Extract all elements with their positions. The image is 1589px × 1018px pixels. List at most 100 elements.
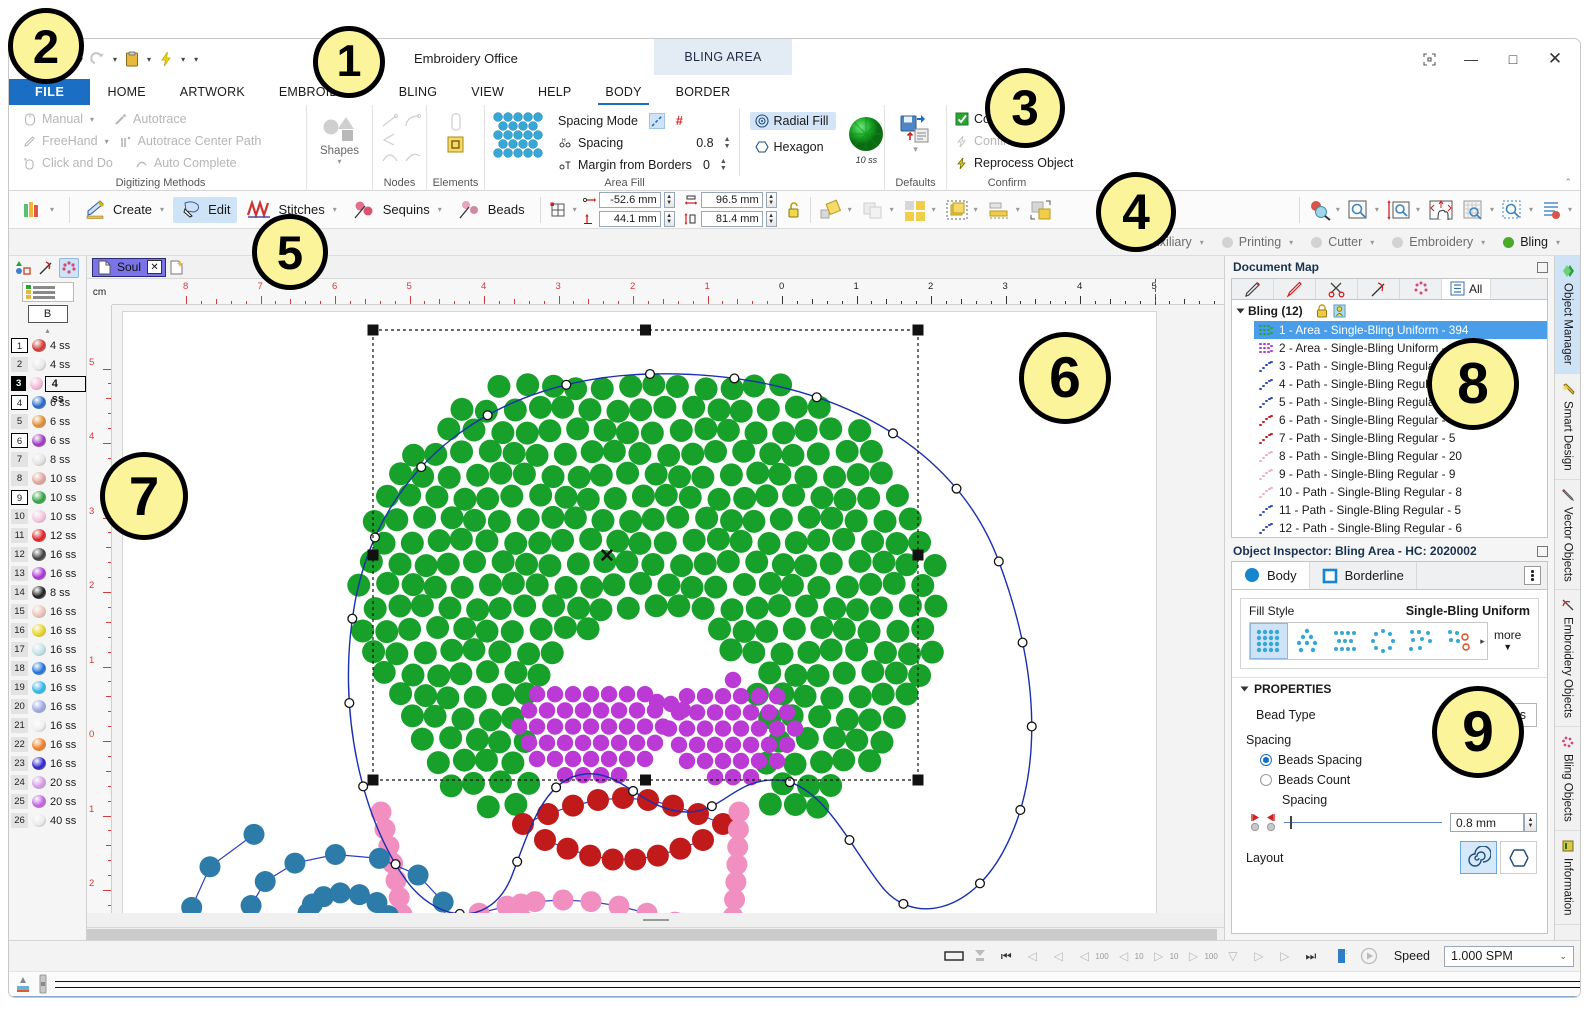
create-button[interactable]: Create ▾: [78, 197, 171, 223]
bead-list-item[interactable]: 7 8 ss: [9, 450, 86, 469]
bling-artwork[interactable]: ✕: [123, 312, 1158, 913]
fill-style-gallery[interactable]: ▸: [1249, 622, 1488, 660]
dm-tab-pencil[interactable]: [1232, 279, 1274, 299]
bead-list-item[interactable]: 14 8 ss: [9, 583, 86, 602]
document-tab-soul[interactable]: Soul ✕: [92, 257, 167, 277]
bead-list-item[interactable]: 6 6 ss: [9, 431, 86, 450]
pos-y-stepper[interactable]: ▲ ▼: [663, 211, 675, 227]
player-center-icon[interactable]: [969, 945, 991, 967]
bead-list-item[interactable]: 24 20 ss: [9, 773, 86, 792]
bead-list-item[interactable]: 20 16 ss: [9, 697, 86, 716]
ruler-unit-box[interactable]: cm: [87, 279, 112, 305]
defaults-dropdown-caret[interactable]: ▾: [913, 144, 918, 155]
bead-list-item[interactable]: 26 40 ss: [9, 811, 86, 830]
chevron-down-icon[interactable]: ▾: [90, 115, 94, 124]
sequence-handle-icon[interactable]: [37, 974, 49, 994]
fill-style-triangle-icon[interactable]: [1288, 623, 1326, 659]
library-dropdown-caret[interactable]: ▾: [50, 205, 54, 214]
zoom-in-dropdown-caret[interactable]: ▾: [1336, 205, 1340, 214]
spacing-mode-count-icon[interactable]: #: [676, 114, 683, 128]
mode-bling[interactable]: Bling ▾: [1495, 235, 1568, 249]
zoom-fit-icon[interactable]: [1347, 199, 1371, 221]
ribbon-tab-bling[interactable]: BLING: [382, 79, 455, 105]
chevron-down-icon-2[interactable]: ▾: [105, 137, 109, 146]
ribbon-tab-view[interactable]: VIEW: [454, 79, 521, 105]
tree-expand-icon[interactable]: [1236, 308, 1245, 314]
canvas-horizontal-scrollbar[interactable]: [87, 927, 1224, 940]
fill-style-uniform-icon[interactable]: [1250, 623, 1288, 659]
node-curve-icon[interactable]: [403, 112, 423, 130]
new-document-icon[interactable]: [170, 259, 185, 275]
fill-style-ring-icon[interactable]: [1364, 623, 1402, 659]
right-vertical-tab-strip[interactable]: Object Manager Smart Design Vector Objec…: [1554, 256, 1580, 940]
fill-style-rows-icon[interactable]: [1326, 623, 1364, 659]
mode-cutter[interactable]: Cutter ▾: [1303, 235, 1382, 249]
ribbon-collapse-caret[interactable]: ⌃: [1564, 177, 1572, 188]
properties-expand-icon[interactable]: [1240, 686, 1249, 692]
bead-list-item[interactable]: 21 16 ss: [9, 716, 86, 735]
document-map-item[interactable]: 10 - Path - Single-Bling Regular - 8: [1232, 483, 1547, 501]
close-icon[interactable]: ✕: [1534, 43, 1576, 75]
shapes-dropdown-caret[interactable]: ▾: [337, 157, 341, 166]
vertical-ruler[interactable]: 54321012: [87, 305, 112, 913]
bead-list-item[interactable]: 19 16 ss: [9, 678, 86, 697]
lightning-dropdown-caret[interactable]: ▾: [177, 55, 189, 64]
sequence-start-icon[interactable]: [15, 975, 31, 993]
padlock-icon[interactable]: [1316, 304, 1328, 318]
bling-palette-icon[interactable]: [59, 258, 79, 278]
document-map-item[interactable]: 1 - Area - Single-Bling Uniform - 394: [1254, 321, 1547, 339]
player-next-100-icon[interactable]: ▷: [1182, 945, 1204, 967]
document-map-tree-root[interactable]: Bling (12): [1232, 300, 1547, 321]
visibility-icon[interactable]: [1333, 304, 1346, 318]
bead-list-item[interactable]: 4 6 ss: [9, 393, 86, 412]
dm-tab-scissors[interactable]: [1316, 279, 1358, 299]
command-reprocess-object[interactable]: Reprocess Object: [954, 152, 1100, 174]
printing-caret-icon[interactable]: ▾: [1289, 238, 1293, 247]
layout-buttons[interactable]: [1460, 841, 1537, 874]
command-manual[interactable]: Manual ▾ Autotrace: [22, 108, 299, 130]
player-next-block-icon[interactable]: ▽: [1222, 945, 1244, 967]
bead-preview-icon[interactable]: [844, 114, 888, 158]
anchor-grid-icon[interactable]: [549, 201, 567, 219]
speed-select[interactable]: 1.000 SPM ⌄: [1444, 945, 1574, 967]
dm-tab-all[interactable]: All: [1442, 279, 1492, 299]
defaults-save-icon[interactable]: [899, 114, 933, 144]
pan-hand-icon[interactable]: [1427, 199, 1455, 221]
dm-tab-needle[interactable]: [1358, 279, 1400, 299]
cutter-caret-icon[interactable]: ▾: [1370, 238, 1374, 247]
shapes-palette-icon[interactable]: [13, 258, 33, 278]
zoom-list-icon[interactable]: [1540, 199, 1564, 221]
bead-list-item[interactable]: 8 10 ss: [9, 469, 86, 488]
bead-list-item[interactable]: 17 16 ss: [9, 640, 86, 659]
oi-tab-body[interactable]: Body: [1232, 562, 1310, 589]
ribbon-tab-body[interactable]: BODY: [588, 79, 658, 105]
spacing-value[interactable]: 0.8: [696, 136, 713, 150]
sequins-dropdown-caret[interactable]: ▾: [438, 205, 442, 214]
vtab-vector-objects[interactable]: Vector Objects: [1555, 480, 1580, 591]
redo-dropdown-caret[interactable]: ▾: [109, 55, 121, 64]
command-click-and-do[interactable]: Click and Do Auto Complete: [22, 152, 299, 174]
paste-icon[interactable]: [122, 48, 142, 70]
zoom-grid-icon[interactable]: [1462, 199, 1486, 221]
size-w-input[interactable]: 96.5 mm: [700, 192, 763, 208]
player-first-icon[interactable]: ⏮: [995, 945, 1017, 967]
document-map-item[interactable]: 7 - Path - Single-Bling Regular - 5: [1232, 429, 1547, 447]
align-dropdown-caret[interactable]: ▾: [1016, 205, 1020, 214]
spacing-mode-distance-icon[interactable]: [648, 113, 665, 129]
order-icon[interactable]: [1029, 199, 1053, 221]
checkbox-checked-icon[interactable]: [954, 112, 969, 127]
document-map-item[interactable]: 9 - Path - Single-Bling Regular - 9: [1232, 465, 1547, 483]
design-sheet[interactable]: ✕: [122, 311, 1157, 913]
bead-list-item[interactable]: 15 16 ss: [9, 602, 86, 621]
bead-list-item[interactable]: 13 16 ss: [9, 564, 86, 583]
command-freehand[interactable]: FreeHand ▾ Autotrace Center Path: [22, 130, 299, 152]
mode-printing[interactable]: Printing ▾: [1214, 235, 1301, 249]
pos-y-input[interactable]: 44.1 mm: [598, 211, 661, 227]
duplicate-grid-icon[interactable]: [903, 199, 927, 221]
zoom-fit-dropdown-caret[interactable]: ▾: [1375, 205, 1379, 214]
zoom-grid-dropdown-caret[interactable]: ▾: [1490, 205, 1494, 214]
canvas-splitter[interactable]: [87, 913, 1224, 927]
size-w-stepper[interactable]: ▲ ▼: [765, 192, 777, 208]
minimize-icon[interactable]: —: [1450, 43, 1492, 75]
beads-count-radio[interactable]: [1260, 774, 1272, 786]
